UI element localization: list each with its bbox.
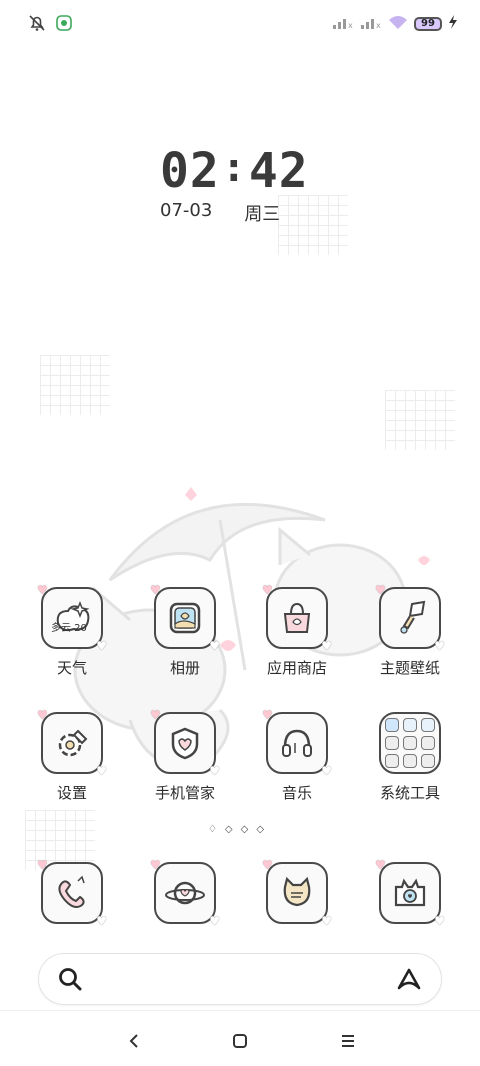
- recents-icon[interactable]: [336, 1029, 360, 1053]
- heart-icon: ♥: [321, 639, 332, 653]
- security-shield-icon: ♥ ♥: [150, 708, 220, 778]
- heart-icon: ♥: [37, 708, 48, 722]
- app-store-icon: ♥ ♥: [262, 583, 332, 653]
- gallery-icon: ♥ ♥: [150, 583, 220, 653]
- dock-camera[interactable]: ♥ ♥: [360, 858, 460, 928]
- app-label: 相册: [169, 659, 200, 677]
- heart-icon: ♥: [262, 858, 273, 872]
- system-tools-folder-icon: [379, 712, 441, 774]
- page-dot: ◇: [224, 824, 241, 835]
- clock-time: 02:42: [160, 145, 320, 200]
- app-settings[interactable]: ♥ ♥ 设置: [22, 708, 122, 803]
- grid-decoration: [25, 810, 95, 870]
- dock-contacts[interactable]: ♥ ♥: [247, 858, 347, 928]
- heart-icon: ♥: [150, 708, 161, 722]
- heart-icon: ♥: [375, 858, 386, 872]
- dock-messages[interactable]: ♥ ♥: [135, 858, 235, 928]
- phone-icon: ♥ ♥: [37, 858, 107, 928]
- status-bar: x x 99: [0, 0, 480, 50]
- app-themes[interactable]: ♥ ♥ 主题壁纸: [360, 583, 460, 678]
- clock-minutes: 42: [248, 143, 309, 199]
- back-icon[interactable]: [122, 1029, 146, 1053]
- heart-icon: ♥: [37, 583, 48, 597]
- mute-bell-icon: [28, 14, 46, 36]
- clock-date: 07-03: [160, 200, 213, 221]
- app-label: 音乐: [281, 784, 312, 802]
- app-label: 系统工具: [379, 784, 440, 802]
- page-indicator[interactable]: ♢◇◇◇: [0, 824, 480, 835]
- page-dot-active: ♢: [207, 824, 225, 835]
- charging-icon: [448, 14, 458, 33]
- navigation-bar: [0, 1010, 480, 1066]
- wifi-icon: [388, 14, 408, 33]
- svg-text:x: x: [376, 21, 381, 29]
- heart-icon: ♥: [375, 583, 386, 597]
- home-icon[interactable]: [228, 1029, 252, 1053]
- heart-icon: ♥: [434, 914, 445, 928]
- theme-brush-icon: ♥ ♥: [375, 583, 445, 653]
- clock-hours: 02: [160, 143, 220, 199]
- heart-icon: ♥: [96, 764, 107, 778]
- weather-temp-text: 多云 20: [51, 623, 87, 634]
- grid-decoration: [385, 390, 455, 450]
- app-label: 设置: [56, 784, 87, 802]
- messages-planet-icon: ♥ ♥: [150, 858, 220, 928]
- wechat-icon: [56, 15, 72, 35]
- assistant-icon[interactable]: [395, 966, 423, 996]
- svg-text:x: x: [348, 21, 353, 29]
- app-app-store[interactable]: ♥ ♥ 应用商店: [247, 583, 347, 678]
- heart-icon: ♥: [209, 764, 220, 778]
- grid-decoration: [278, 195, 348, 255]
- clock-weekday: 周三: [244, 204, 281, 225]
- heart-icon: ♥: [209, 914, 220, 928]
- clock-colon: :: [221, 145, 247, 191]
- app-weather[interactable]: ♥ 多云 20 ♥ 天气: [22, 583, 122, 678]
- search-bar[interactable]: [38, 953, 442, 1005]
- grid-decoration: [40, 355, 110, 415]
- camera-icon: ♥ ♥: [375, 858, 445, 928]
- page-dot: ◇: [240, 824, 257, 835]
- heart-icon: ♥: [96, 639, 107, 653]
- app-label: 天气: [56, 659, 87, 677]
- heart-icon: ♥: [321, 914, 332, 928]
- app-system-tools-folder[interactable]: 系统工具: [360, 712, 460, 803]
- page-dot: ◇: [256, 824, 273, 835]
- app-label: 应用商店: [266, 659, 327, 677]
- music-headphones-icon: ♥ ♥: [262, 708, 332, 778]
- heart-icon: ♥: [321, 764, 332, 778]
- app-gallery[interactable]: ♥ ♥ 相册: [135, 583, 235, 678]
- app-phone-manager[interactable]: ♥ ♥ 手机管家: [135, 708, 235, 803]
- dock-phone[interactable]: ♥ ♥: [22, 858, 122, 928]
- heart-icon: ♥: [262, 708, 273, 722]
- app-label: 手机管家: [154, 784, 215, 802]
- search-icon[interactable]: [57, 966, 83, 996]
- heart-icon: ♥: [150, 858, 161, 872]
- signal-2-icon: x: [360, 14, 382, 33]
- settings-gear-icon: ♥ ♥: [37, 708, 107, 778]
- weather-icon: ♥ 多云 20 ♥: [37, 583, 107, 653]
- heart-icon: ♥: [96, 914, 107, 928]
- heart-icon: ♥: [150, 583, 161, 597]
- heart-icon: ♥: [209, 639, 220, 653]
- heart-icon: ♥: [434, 639, 445, 653]
- contacts-cat-icon: ♥ ♥: [262, 858, 332, 928]
- heart-icon: ♥: [262, 583, 273, 597]
- heart-icon: ♥: [37, 858, 48, 872]
- signal-1-icon: x: [332, 14, 354, 33]
- battery-icon: 99: [414, 16, 442, 31]
- app-music[interactable]: ♥ ♥ 音乐: [247, 708, 347, 803]
- app-label: 主题壁纸: [379, 659, 440, 677]
